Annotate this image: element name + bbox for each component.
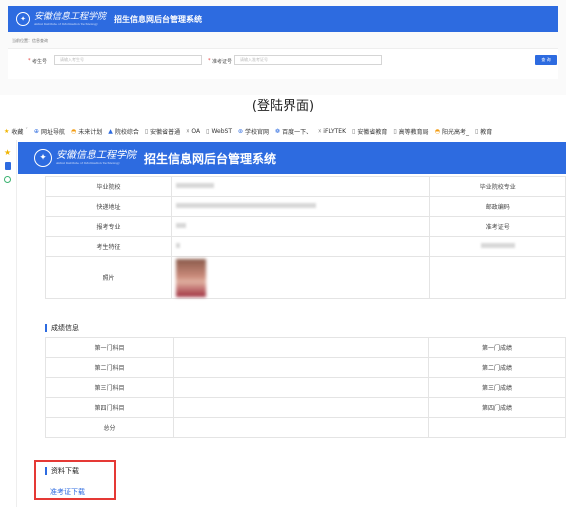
table-row: 第三门科目 第三门成绩: [44, 377, 566, 398]
table-row: 第一门科目 第一门成绩: [44, 337, 566, 358]
school-brand: 安徽信息工程学院 Anhui Institute of Information …: [56, 150, 136, 166]
bookmark-item[interactable]: ▯ 高等教育局: [393, 124, 428, 138]
arch-icon: ◓: [434, 127, 440, 135]
bookmark-item[interactable]: ❁ 百度一下、: [275, 124, 312, 138]
breadcrumb: 当前位置：信息查询: [12, 38, 48, 43]
table-row: 快递地址 邮政编码: [44, 196, 566, 217]
history-icon[interactable]: [4, 176, 11, 183]
row-value: [173, 417, 430, 438]
row-label: 总分: [44, 417, 175, 438]
row-value: [171, 216, 431, 237]
row-value: [171, 176, 431, 197]
page-icon: ▯: [206, 127, 210, 135]
student-photo: [176, 258, 207, 297]
row-label: 第一门科目: [44, 337, 175, 358]
main-header: ✦ 安徽信息工程学院 Anhui Institute of Informatio…: [18, 142, 566, 174]
page-icon: ▯: [474, 127, 479, 135]
bookmarks-bar: ★ 收藏 ˇ ⊕ 网址导航 ◓ 未来计划 ▲ 院校综合 ▯ 安徽省普通 ☓ OA ▯ WebST…: [0, 124, 566, 138]
bookmark-item[interactable]: ⊛ 学校官网: [238, 124, 269, 138]
row-value: [171, 196, 431, 217]
bookmark-item[interactable]: ☓ OA: [186, 124, 200, 138]
score-section-title: 成绩信息: [45, 323, 79, 333]
table-row: 毕业院校 毕业院校专业: [44, 176, 566, 197]
row-value: [173, 377, 430, 398]
row-label: 毕业院校: [44, 176, 173, 197]
row-value: [171, 236, 431, 257]
school-logo-icon: ✦: [16, 12, 30, 26]
bookmark-item[interactable]: ⊕ 网址导航: [34, 124, 65, 138]
page-icon: ▯: [393, 127, 397, 135]
bookmark-item[interactable]: ▯ 安徽省教育: [352, 124, 387, 138]
score-table: 第一门科目 第一门成绩 第二门科目 第二门成绩 第三门科目 第三门成绩 第四门科…: [44, 337, 566, 438]
table-row: 第二门科目 第二门成绩: [44, 357, 566, 378]
row-right-label: 第一门成绩: [428, 337, 566, 358]
x-icon: ☓: [318, 127, 322, 135]
row-value: [173, 357, 430, 378]
row-label: 第三门科目: [44, 377, 175, 398]
student-info-table: 毕业院校 毕业院校专业 快递地址 邮政编码 报考专业 准考证号 考生特征 照片: [44, 176, 566, 299]
bookmark-item[interactable]: ◓ 未来计划: [71, 124, 102, 138]
row-right-label: 毕业院校专业: [429, 176, 566, 197]
row-label: 第二门科目: [44, 357, 175, 378]
row-right-label: 邮政编码: [429, 196, 566, 217]
bookmark-item[interactable]: ◓ 阳光高考_: [435, 124, 469, 138]
caption: (登陆界面): [251, 99, 315, 114]
row-label: 照片: [44, 256, 173, 299]
table-row: 考生特征: [44, 236, 566, 257]
gear-globe-icon: ⊛: [238, 127, 244, 135]
row-value: [173, 337, 430, 358]
bookmark-item[interactable]: ▯ 安徽省普通: [145, 124, 180, 138]
row-right-label: 准考证号: [429, 216, 566, 237]
row-label: 报考专业: [44, 216, 173, 237]
page-icon: ▯: [144, 127, 149, 135]
system-title: 招生信息网后台管理系统: [114, 14, 203, 24]
table-row: 第四门科目 第四门成绩: [44, 397, 566, 418]
chevron-down-icon: ˇ: [25, 128, 28, 134]
triangle-icon: ▲: [108, 127, 113, 135]
row-right-label: 第二门成绩: [428, 357, 566, 378]
school-brand: 安徽信息工程学院 Anhui Institute of Information …: [34, 11, 107, 26]
row-right-label: 第四门成绩: [428, 397, 566, 418]
table-row: 照片: [44, 256, 566, 299]
required-asterisk: *: [208, 58, 211, 64]
download-section-title: 资料下载: [45, 466, 79, 476]
star-icon: ★: [4, 127, 10, 135]
query-form: * 考生号 请输入考生号 * 准考证号 请输入准考证号 查 询: [8, 48, 558, 79]
row-value: [173, 397, 430, 418]
exam-no-label: 考生号: [32, 59, 48, 65]
bookmark-item[interactable]: ★ 收藏 ˇ: [4, 124, 28, 138]
school-logo-icon: ✦: [34, 149, 52, 167]
query-button[interactable]: 查 询: [535, 55, 557, 65]
row-label: 第四门科目: [44, 397, 175, 418]
photo-cell: [171, 256, 431, 299]
globe-icon: ⊕: [33, 127, 39, 135]
arch-icon: ◓: [70, 127, 77, 135]
required-asterisk: *: [28, 58, 31, 64]
x-icon: ☓: [186, 127, 190, 135]
login-header: ✦ 安徽信息工程学院 Anhui Institute of Informatio…: [8, 6, 558, 32]
bookmark-item[interactable]: ☓ iFLYTEK: [318, 124, 346, 138]
login-screenshot: ✦ 安徽信息工程学院 Anhui Institute of Informatio…: [0, 0, 566, 95]
list-icon[interactable]: [5, 162, 11, 170]
row-right-label: 第三门成绩: [428, 377, 566, 398]
row-label: 快递地址: [44, 196, 173, 217]
system-title: 招生信息网后台管理系统: [144, 151, 277, 166]
admit-no-label: 准考证号: [212, 59, 233, 65]
paw-icon: ❁: [275, 127, 281, 135]
bookmark-item[interactable]: ▲ 院校综合: [108, 124, 139, 138]
row-label: 考生特征: [44, 236, 173, 257]
bookmark-item[interactable]: ▯ 教育: [475, 124, 492, 138]
row-right-value: [429, 256, 566, 299]
row-right-value: [429, 236, 566, 257]
page-icon: ▯: [352, 127, 356, 135]
admit-no-input[interactable]: 请输入准考证号: [234, 55, 382, 65]
exam-no-input[interactable]: 请输入考生号: [54, 55, 202, 65]
bookmark-item[interactable]: ▯ WebST: [206, 124, 232, 138]
star-icon[interactable]: ★: [4, 148, 11, 157]
table-row: 报考专业 准考证号: [44, 216, 566, 237]
admit-card-download-link[interactable]: 准考证下载: [50, 487, 85, 497]
browser-sidebar: ★: [0, 140, 17, 507]
row-right-label: [428, 417, 566, 438]
table-row: 总分: [44, 417, 566, 438]
